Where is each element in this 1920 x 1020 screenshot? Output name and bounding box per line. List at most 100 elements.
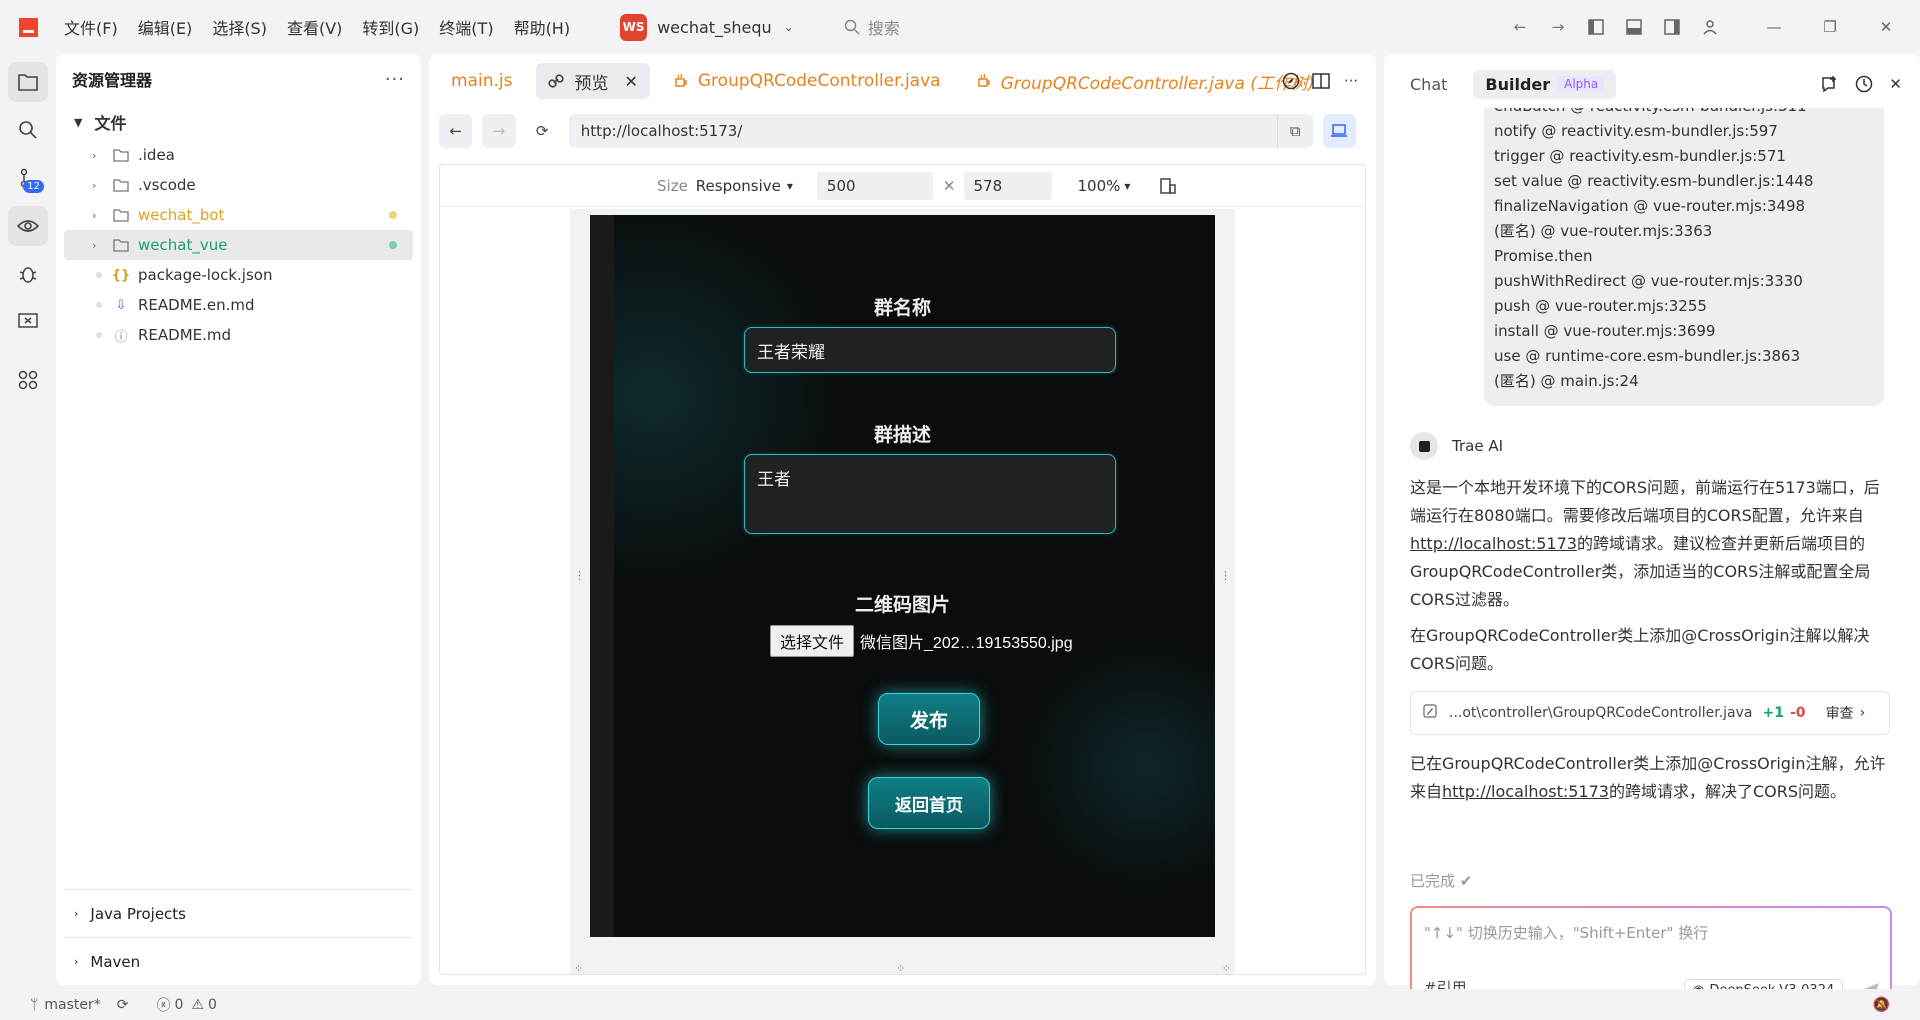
compass-icon[interactable] (1276, 72, 1306, 90)
menu-file[interactable]: 文件(F) (64, 15, 118, 39)
problems-indicator[interactable]: ⓧ 0 ⚠ 0 (157, 995, 217, 1015)
qr-label: 二维码图片 (854, 594, 950, 616)
scm-badge: 12 (23, 180, 44, 193)
sync-icon[interactable]: ⟳ (117, 997, 129, 1013)
explorer-icon[interactable] (8, 62, 48, 102)
menu-view[interactable]: 查看(V) (287, 15, 342, 39)
forward-button[interactable]: → (482, 114, 516, 148)
menu-terminal[interactable]: 终端(T) (439, 15, 493, 39)
tree-item-label: .idea (138, 146, 175, 164)
more-icon[interactable]: ··· (385, 69, 405, 90)
remote-icon[interactable] (8, 302, 48, 342)
height-input[interactable]: 578 (963, 171, 1052, 200)
branch-indicator[interactable]: ᛘ master* (30, 997, 101, 1013)
preview-frame: Size Responsive ▾ 500 ✕ 578 100% ▾ ⋮⋮ ⋮⋮… (439, 164, 1366, 975)
toggle-sidebar-icon[interactable] (1584, 15, 1608, 39)
tree-item-wechat-vue[interactable]: › wechat_vue (64, 230, 413, 260)
tree-item-vscode[interactable]: › .vscode (64, 170, 413, 200)
back-home-button[interactable]: 返回首页 (868, 777, 990, 829)
account-icon[interactable] (1698, 15, 1722, 39)
chevron-down-icon[interactable]: ⌄ (784, 20, 794, 34)
width-input[interactable]: 500 (816, 171, 933, 200)
project-badge[interactable]: WS (620, 13, 648, 41)
json-icon: {} (111, 267, 131, 283)
copy-icon[interactable]: ⧉ (1276, 114, 1313, 148)
section-java-projects[interactable]: › Java Projects (64, 889, 413, 937)
link[interactable]: http://localhost:5173 (1410, 534, 1577, 553)
tree-item-package-lock[interactable]: {} package-lock.json (64, 260, 413, 290)
link[interactable]: http://localhost:5173 (1442, 782, 1609, 801)
toggle-panel-icon[interactable] (1622, 15, 1646, 39)
changed-file-card[interactable]: ...ot\controller\GroupQRCodeController.j… (1410, 691, 1890, 735)
rotate-device-icon[interactable] (1160, 177, 1177, 194)
close-panel-icon[interactable]: ✕ (1889, 75, 1902, 93)
preview-eye-icon[interactable] (8, 206, 48, 246)
tree-item-wechat-bot[interactable]: › wechat_bot (64, 200, 413, 230)
tab-preview[interactable]: 预览 ✕ (536, 63, 650, 99)
menu-edit[interactable]: 编辑(E) (138, 15, 193, 39)
search-view-icon[interactable] (8, 110, 48, 150)
maximize-icon[interactable]: ❐ (1812, 18, 1848, 36)
tab-controller[interactable]: GroupQRCodeController.java (662, 63, 953, 99)
section-maven[interactable]: › Maven (64, 937, 413, 985)
tree-item-label: wechat_bot (138, 206, 225, 224)
group-desc-textarea[interactable]: 王者 (744, 454, 1116, 534)
log-line: finalizeNavigation @ vue-router.mjs:3498 (1494, 197, 1806, 215)
more-icon[interactable]: ··· (1336, 72, 1366, 90)
tab-main-js[interactable]: main.js (439, 63, 524, 99)
tab-label: GroupQRCodeController.java (697, 71, 941, 91)
extensions-icon[interactable] (8, 360, 48, 400)
history-icon[interactable] (1855, 75, 1873, 93)
tab-chat[interactable]: Chat (1410, 75, 1447, 94)
input-placeholder: "↑↓" 切换历史输入，"Shift+Enter" 换行 (1424, 924, 1709, 942)
resize-handle-corner-right[interactable]: ⁘ (1222, 962, 1231, 974)
size-mode-select[interactable]: Responsive (696, 177, 781, 195)
ai-message-1: 这是一个本地开发环境下的CORS问题，前端运行在5173端口，后端运行在8080… (1410, 478, 1880, 609)
back-button[interactable]: ← (439, 114, 473, 148)
url-input[interactable]: http://localhost:5173/ ⧉ (568, 114, 1313, 148)
minimize-icon[interactable]: — (1756, 18, 1792, 36)
menu-go[interactable]: 转到(G) (362, 15, 419, 39)
resize-handle-bottom[interactable]: ⁘ (896, 962, 905, 974)
new-chat-icon[interactable] (1821, 75, 1839, 93)
explorer-title: 资源管理器 (72, 71, 153, 90)
chevron-down-icon: ▼ (74, 115, 83, 129)
section-label: Maven (90, 952, 141, 971)
toggle-aux-icon[interactable] (1660, 15, 1684, 39)
menu-help[interactable]: 帮助(H) (514, 15, 571, 39)
debug-icon[interactable] (8, 254, 48, 294)
search-box[interactable]: 搜索 (844, 15, 900, 39)
tab-controller-worktree[interactable]: GroupQRCodeController.java (工作树) (965, 63, 1327, 99)
project-name[interactable]: wechat_shequ (657, 18, 772, 37)
error-log-block: endBatch @ reactivity.esm-bundler.js:311… (1484, 108, 1884, 406)
close-icon[interactable]: ✕ (624, 72, 637, 91)
tab-label: 预览 (574, 73, 609, 94)
log-line: pushWithRedirect @ vue-router.mjs:3330 (1494, 272, 1803, 290)
chevron-down-icon[interactable]: ▾ (787, 179, 793, 193)
group-name-input[interactable]: 王者荣耀 (744, 327, 1116, 373)
choose-file-button[interactable]: 选择文件 (770, 625, 855, 657)
review-button[interactable]: 审查 (1826, 703, 1854, 723)
source-control-icon[interactable]: 12 (8, 158, 48, 198)
tree-item-readme-en[interactable]: ⇩ README.en.md (64, 290, 413, 320)
menu-select[interactable]: 选择(S) (212, 15, 267, 39)
chevron-right-icon: › (1859, 705, 1866, 721)
notifications-muted-icon[interactable]: 🔕 (1873, 997, 1890, 1013)
chevron-down-icon[interactable]: ▾ (1124, 179, 1130, 193)
zoom-select[interactable]: 100% (1078, 177, 1121, 195)
reload-button[interactable]: ⟳ (526, 114, 559, 148)
folder-root[interactable]: ▼ 文件 (56, 104, 421, 140)
close-window-icon[interactable]: ✕ (1868, 18, 1904, 36)
tab-builder[interactable]: Builder Alpha (1473, 69, 1617, 99)
resize-handle-corner-left[interactable]: ⁘ (574, 962, 583, 974)
tree-item-readme[interactable]: ⓘ README.md (64, 320, 413, 350)
forward-arrow-icon[interactable]: → (1546, 15, 1570, 39)
publish-button[interactable]: 发布 (878, 693, 980, 745)
app-preview: 群名称 王者荣耀 群描述 王者 二维码图片 选择文件 微信图片_202…1915… (590, 215, 1215, 937)
split-editor-icon[interactable] (1306, 72, 1336, 90)
branch-name: master* (44, 996, 101, 1013)
tree-item-idea[interactable]: › .idea (64, 140, 413, 170)
back-arrow-icon[interactable]: ← (1508, 15, 1532, 39)
device-toggle-button[interactable] (1322, 114, 1356, 148)
markdown-download-icon: ⇩ (115, 297, 127, 313)
